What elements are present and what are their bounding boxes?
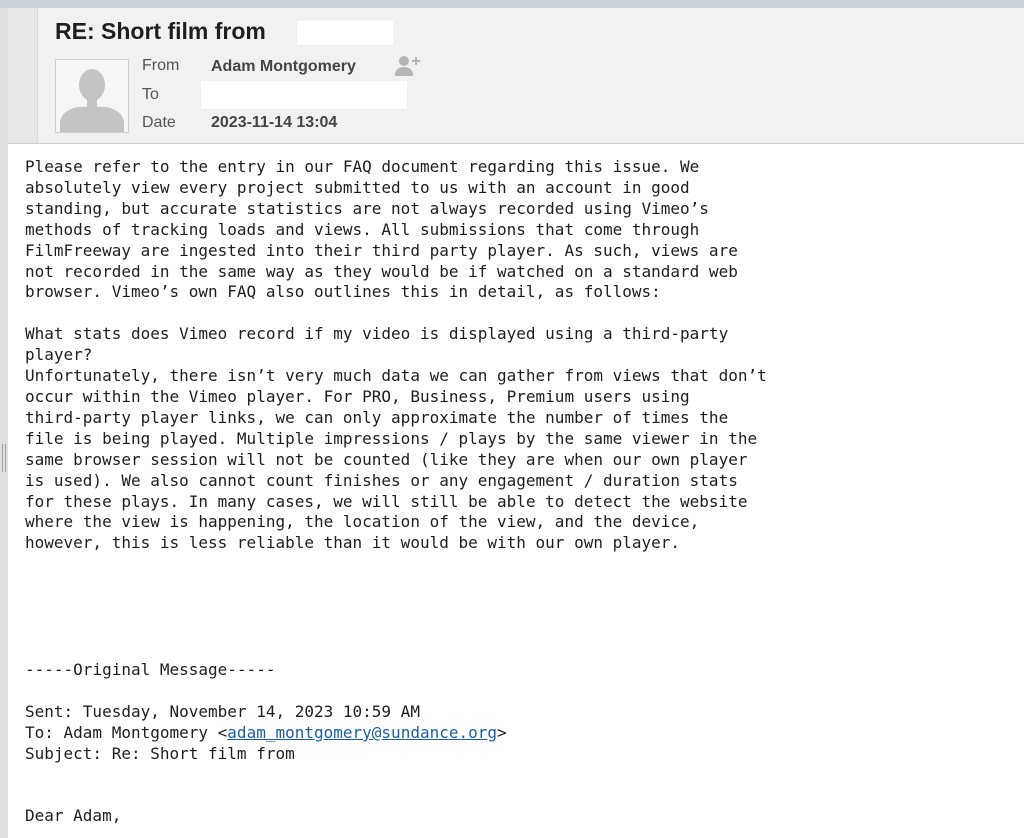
body-paragraph: Please refer to the entry in our FAQ doc… [25, 157, 738, 302]
original-to-suffix: > [497, 723, 507, 742]
original-subject-line: Subject: Re: Short film from [25, 744, 295, 763]
original-message-divider: -----Original Message----- [25, 660, 276, 679]
subject-redaction [297, 21, 393, 45]
header-gutter [8, 8, 38, 143]
date-label: Date [142, 114, 176, 131]
original-greeting: Dear Adam, [25, 806, 122, 825]
original-to-prefix: To: Adam Montgomery < [25, 723, 228, 742]
date-value: 2023-11-14 13:04 [211, 114, 338, 131]
add-contact-button[interactable] [394, 54, 422, 76]
to-label: To [142, 86, 159, 103]
message-body: Please refer to the entry in our FAQ doc… [25, 157, 767, 554]
sender-name[interactable]: Adam Montgomery [211, 58, 356, 76]
pane-resize-handle[interactable] [2, 444, 6, 472]
message-subject: RE: Short film from [55, 18, 266, 44]
body-paragraph: What stats does Vimeo record if my video… [25, 324, 767, 553]
from-label: From [142, 57, 180, 74]
sender-avatar [55, 59, 129, 133]
add-contact-icon [395, 56, 420, 76]
person-placeholder-icon [56, 60, 128, 132]
top-strip [0, 0, 1024, 8]
left-pane-edge [0, 8, 8, 838]
original-to-line: To: Adam Montgomery <adam_montgomery@sun… [25, 722, 507, 743]
email-link[interactable]: adam_montgomery@sundance.org [227, 723, 497, 742]
recipient-redaction [201, 81, 407, 109]
original-sent-line: Sent: Tuesday, November 14, 2023 10:59 A… [25, 702, 420, 721]
